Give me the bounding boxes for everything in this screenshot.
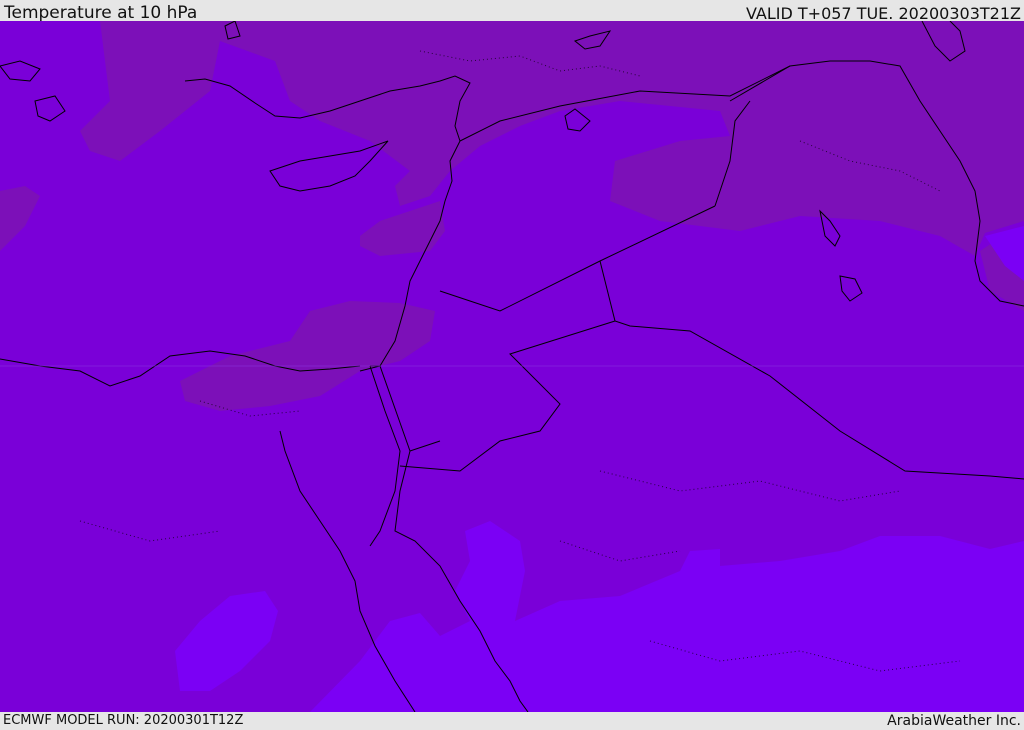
footer-bar: ECMWF MODEL RUN: 20200301T12Z ArabiaWeat… bbox=[0, 712, 1024, 729]
credit-label: ArabiaWeather Inc. bbox=[887, 713, 1021, 729]
temperature-map[interactable] bbox=[0, 21, 1024, 712]
model-run-label: ECMWF MODEL RUN: 20200301T12Z bbox=[3, 713, 244, 728]
header-bar: Temperature at 10 hPa VALID T+057 TUE. 2… bbox=[0, 0, 1024, 23]
map-canvas bbox=[0, 21, 1024, 712]
map-title: Temperature at 10 hPa bbox=[4, 3, 198, 23]
